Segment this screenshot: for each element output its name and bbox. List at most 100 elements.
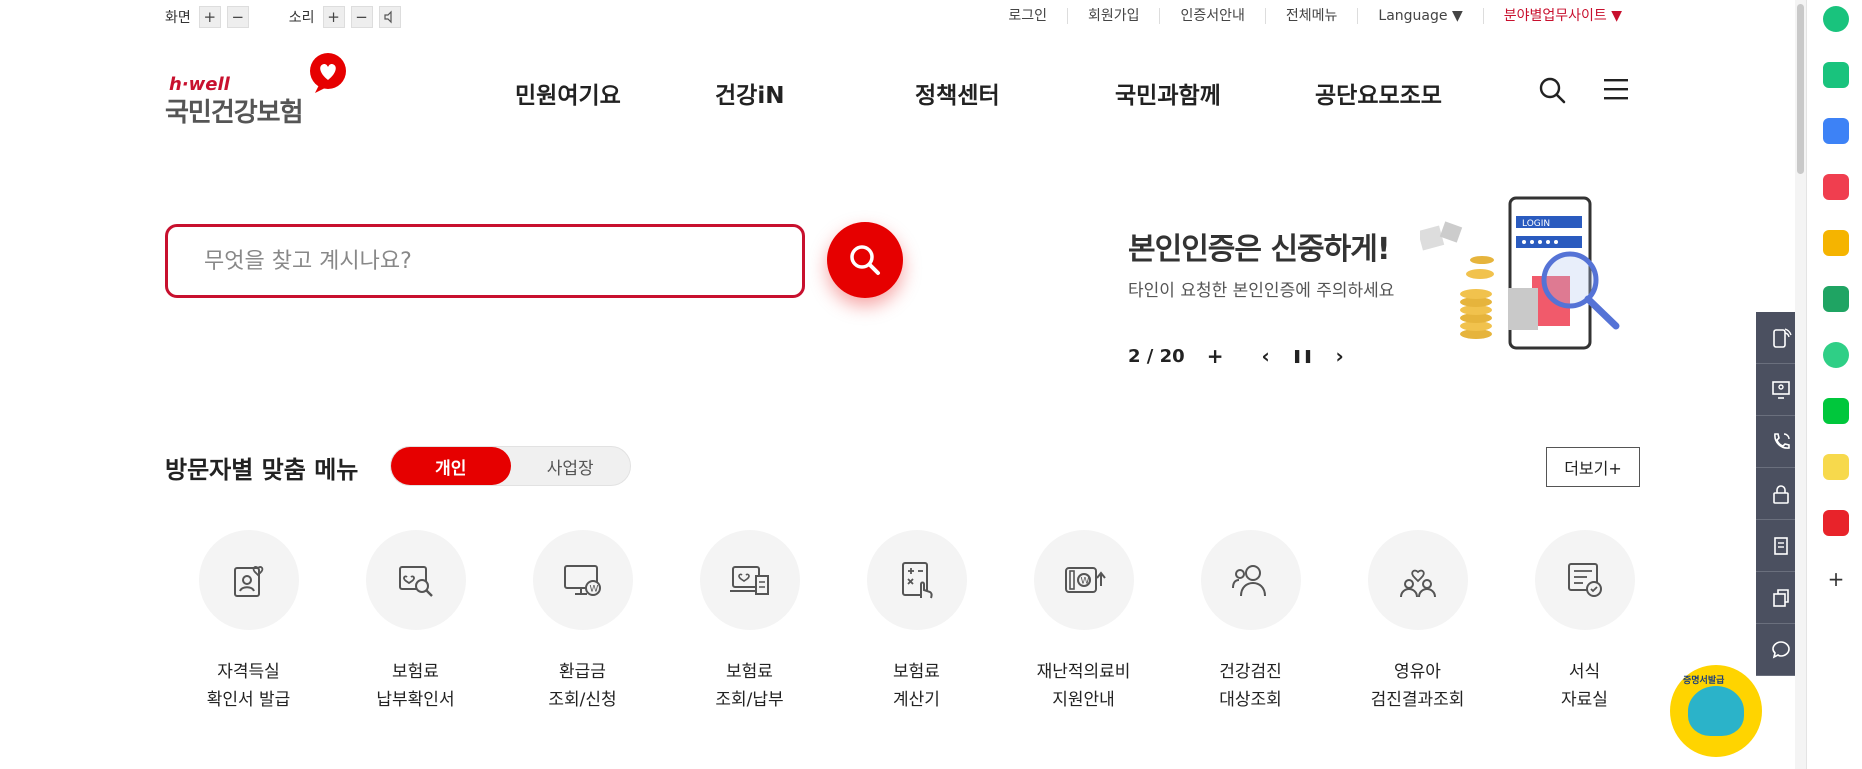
menu-item-label-1: 영유아 [1394, 662, 1441, 682]
menu-item-label-1: 자격득실 [217, 662, 280, 682]
more-button[interactable]: 더보기+ [1546, 447, 1640, 487]
banner-pause-button[interactable]: ❚❚ [1292, 349, 1314, 364]
extension-webtoon-icon[interactable] [1823, 398, 1849, 424]
menu-item-calculator[interactable]: 보험료 계산기 [833, 530, 1000, 714]
browser-extension-sidebar: + [1806, 0, 1862, 769]
menu-item-label-2: 계산기 [893, 690, 940, 710]
gnb-civil-service[interactable]: 민원여기요 [515, 76, 715, 110]
menu-item-payment-certificate[interactable]: 보험료 납부확인서 [332, 530, 499, 714]
monitor-person-icon [1772, 380, 1790, 399]
search-icon[interactable] [1538, 76, 1566, 104]
svg-text:W: W [589, 585, 598, 595]
menu-item-label-2: 조회/납부 [715, 690, 784, 710]
menu-item-label-1: 건강검진 [1219, 662, 1282, 682]
main-navigation: 민원여기요 건강iN 정책센터 국민과함께 공단요모조모 [515, 76, 1442, 110]
extension-star-icon[interactable] [1823, 230, 1849, 256]
business-site-dropdown[interactable]: 분야별업무사이트 ▼ [1484, 8, 1622, 24]
gnb-health-in[interactable]: 건강iN [715, 76, 915, 110]
mobile-signal-icon [1773, 327, 1792, 348]
menu-item-label-2: 납부확인서 [376, 690, 455, 710]
copy-icon [1773, 588, 1789, 607]
chatbot-character-icon [1688, 686, 1744, 736]
calculator-hand-icon [901, 562, 933, 599]
menu-item-label-2: 자료실 [1561, 690, 1608, 710]
page-scrollbar[interactable] [1795, 0, 1806, 769]
gnb-about-nhis[interactable]: 공단요모조모 [1315, 76, 1442, 110]
logo-name: 국민건강보험 [165, 98, 304, 128]
extension-bell-icon[interactable] [1823, 62, 1849, 88]
hamburger-menu-icon[interactable] [1603, 78, 1629, 100]
menu-item-label-1: 보험료 [392, 662, 439, 682]
banner-plus-button[interactable]: + [1207, 344, 1224, 368]
menu-item-refund[interactable]: W 환급금 조회/신청 [499, 530, 666, 714]
photo-search-icon [398, 566, 433, 597]
scrollbar-thumb[interactable] [1797, 4, 1804, 174]
extension-edge-icon[interactable] [1823, 286, 1849, 312]
chat-bubble-icon [1772, 640, 1790, 658]
tab-individual[interactable]: 개인 [391, 447, 511, 485]
monitor-won-icon: W [563, 565, 601, 596]
menu-item-label-1: 보험료 [726, 662, 773, 682]
menu-item-infant-checkup[interactable]: 영유아 검진결과조회 [1334, 530, 1501, 714]
family-heart-icon [1399, 569, 1436, 598]
login-link[interactable]: 로그인 [988, 8, 1068, 24]
certificate-guide-link[interactable]: 인증서안내 [1160, 8, 1266, 24]
tab-business[interactable]: 사업장 [511, 447, 631, 485]
sound-up-button[interactable]: + [322, 6, 345, 28]
menu-item-label-1: 서식 [1568, 662, 1601, 682]
document-icon [1774, 536, 1788, 555]
banner-page-indicator: 2 / 20 [1128, 345, 1185, 367]
screen-size-label: 화면 [165, 10, 191, 26]
extension-play-icon[interactable] [1823, 342, 1849, 368]
screen-zoom-in-button[interactable]: + [198, 6, 221, 28]
extension-memo-icon[interactable] [1823, 454, 1849, 480]
document-check-icon [1567, 563, 1602, 597]
menu-item-label-2: 대상조회 [1219, 690, 1282, 710]
menu-item-label-2: 지원안내 [1052, 690, 1115, 710]
search-input[interactable] [168, 227, 802, 295]
visitor-type-toggle: 개인 사업장 [390, 446, 631, 486]
banner-prev-button[interactable]: ‹ [1261, 344, 1269, 368]
banner-next-button[interactable]: › [1336, 344, 1344, 368]
menu-item-label-1: 환급금 [559, 662, 606, 682]
menu-item-qualification[interactable]: 자격득실 확인서 발급 [165, 530, 332, 714]
gnb-policy-center[interactable]: 정책센터 [915, 76, 1115, 110]
screen-zoom-out-button[interactable]: − [226, 6, 249, 28]
wallet-won-up-icon: W [1064, 567, 1106, 593]
id-card-heart-icon [233, 566, 263, 597]
phone-call-icon [1774, 432, 1790, 449]
all-menu-link[interactable]: 전체메뉴 [1266, 8, 1359, 24]
menu-item-disaster-medical[interactable]: W 재난적의료비 지원안내 [1000, 530, 1167, 714]
extension-green-circle-icon[interactable] [1823, 6, 1849, 32]
speaker-icon[interactable] [378, 6, 401, 28]
signup-link[interactable]: 회원가입 [1068, 8, 1161, 24]
menu-item-forms[interactable]: 서식 자료실 [1501, 530, 1668, 714]
accessibility-controls: 화면 + − 소리 + − [165, 6, 401, 28]
utility-nav: 로그인 회원가입 인증서안내 전체메뉴 Language ▼ 분야별업무사이트 … [988, 8, 1622, 24]
menu-item-health-checkup[interactable]: 건강검진 대상조회 [1167, 530, 1334, 714]
sound-label: 소리 [288, 10, 315, 26]
menu-item-label-1: 보험료 [893, 662, 940, 682]
banner-title: 본인인증은 신중하게! [1128, 232, 1391, 267]
site-logo[interactable]: h·well 국민건강보험 [165, 52, 346, 128]
menu-item-premium-lookup[interactable]: 보험료 조회/납부 [666, 530, 833, 714]
heart-logo-icon [310, 53, 346, 93]
language-dropdown[interactable]: Language ▼ [1358, 8, 1484, 24]
sound-down-button[interactable]: − [350, 6, 373, 28]
menu-item-label-2: 확인서 발급 [206, 690, 291, 710]
quick-menu-list: 자격득실 확인서 발급 보험료 납부확인서 W 환급금 조회/신청 보험료 조회… [165, 530, 1668, 714]
banner-subtitle: 타인이 요청한 본인인증에 주의하세요 [1128, 281, 1395, 301]
banner-controls: 2 / 20 + ‹ ❚❚ › [1128, 344, 1344, 368]
menu-item-label-1: 재난적의료비 [1036, 662, 1131, 682]
menu-item-label-2: 조회/신청 [548, 690, 617, 710]
extension-add-icon[interactable]: + [1823, 566, 1849, 592]
search-button[interactable] [827, 222, 903, 298]
extension-briefcase-icon[interactable] [1823, 118, 1849, 144]
gnb-with-public[interactable]: 국민과함께 [1115, 76, 1315, 110]
lock-icon [1773, 484, 1789, 504]
chatbot-label: 증명서발급 [1683, 676, 1725, 686]
search-icon [850, 245, 880, 275]
extension-pocket-icon[interactable] [1823, 174, 1849, 200]
people-search-icon [1231, 565, 1266, 597]
extension-now-icon[interactable] [1823, 510, 1849, 536]
